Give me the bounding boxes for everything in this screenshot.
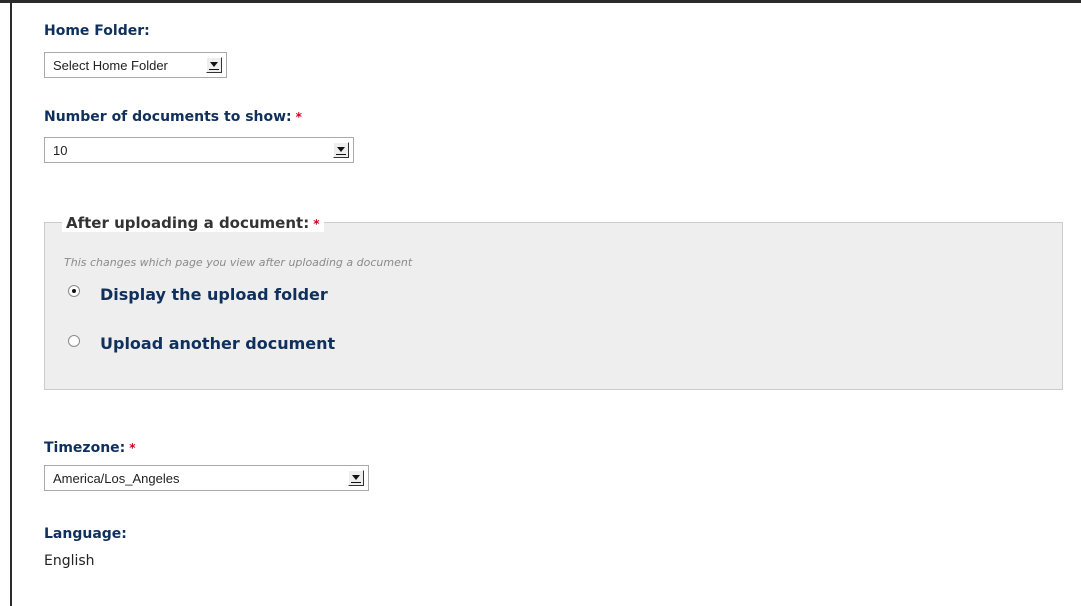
chevron-down-icon — [348, 470, 364, 486]
home-folder-label-text: Home Folder: — [44, 23, 150, 39]
timezone-select[interactable]: America/Los_Angeles — [44, 465, 369, 491]
after-upload-hint: This changes which page you view after u… — [64, 256, 413, 269]
radio-label-display-upload-folder[interactable]: Display the upload folder — [100, 285, 328, 304]
home-folder-label: Home Folder: — [44, 23, 150, 39]
after-upload-legend: After uploading a document: * — [62, 214, 324, 232]
timezone-label-text: Timezone: — [44, 440, 126, 456]
after-upload-fieldset — [44, 222, 1063, 390]
num-docs-label-text: Number of documents to show: — [44, 109, 292, 125]
num-docs-select-value: 10 — [53, 143, 68, 158]
home-folder-select[interactable]: Select Home Folder — [44, 52, 227, 78]
radio-upload-another-document[interactable] — [68, 335, 80, 347]
num-docs-label: Number of documents to show: * — [44, 109, 302, 125]
window-frame-left — [10, 0, 12, 606]
chevron-down-icon — [206, 57, 222, 73]
window-frame-top — [0, 0, 1081, 3]
chevron-down-icon — [333, 142, 349, 158]
radio-display-upload-folder[interactable] — [68, 285, 80, 297]
language-value: English — [44, 553, 95, 569]
language-label: Language: — [44, 526, 127, 542]
required-marker: * — [295, 110, 302, 124]
language-label-text: Language: — [44, 526, 127, 542]
preferences-page: Home Folder: Select Home Folder Number o… — [0, 0, 1081, 606]
required-marker: * — [129, 441, 136, 455]
num-docs-select[interactable]: 10 — [44, 137, 354, 163]
home-folder-select-value: Select Home Folder — [53, 58, 168, 73]
after-upload-legend-text: After uploading a document: — [66, 214, 310, 232]
timezone-label: Timezone: * — [44, 440, 136, 456]
timezone-select-value: America/Los_Angeles — [53, 471, 180, 486]
required-marker: * — [313, 217, 320, 231]
radio-label-upload-another-document[interactable]: Upload another document — [100, 334, 335, 353]
